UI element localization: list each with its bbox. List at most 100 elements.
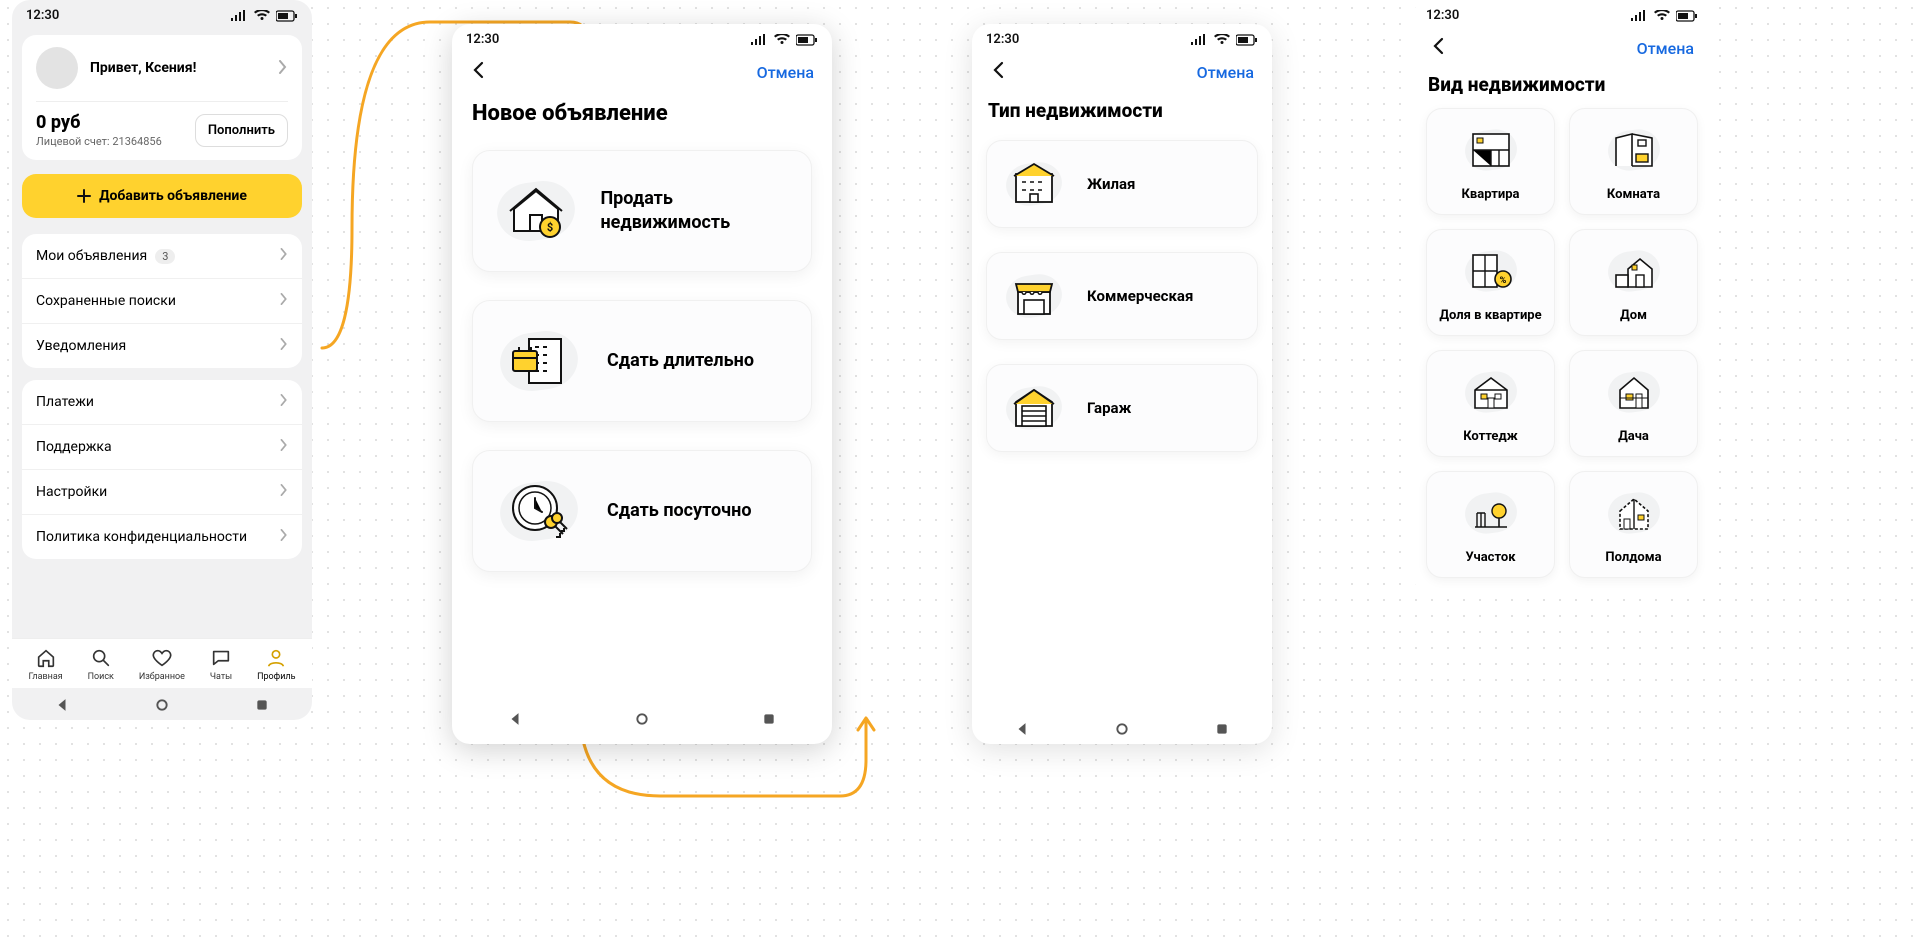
- balance-block: 0 руб Лицевой счет: 21364856: [36, 112, 162, 148]
- kind-label: Дом: [1620, 308, 1647, 323]
- land-icon: [1456, 486, 1526, 540]
- kind-label: Коттедж: [1463, 429, 1518, 444]
- search-icon: [90, 647, 112, 669]
- option-label: Сдать посуточно: [607, 499, 752, 523]
- menu-privacy[interactable]: Политика конфиденциальности: [22, 515, 302, 559]
- plus-icon: [77, 189, 91, 203]
- tab-profile[interactable]: Профиль: [257, 647, 295, 682]
- add-listing-label: Добавить объявление: [99, 188, 247, 204]
- chevron-right-icon: [278, 59, 288, 78]
- cancel-button[interactable]: Отмена: [757, 63, 814, 82]
- chevron-right-icon: [280, 338, 288, 354]
- nav-home-icon[interactable]: [155, 698, 169, 712]
- kind-label: Доля в квартире: [1439, 308, 1541, 323]
- cottage-icon: [1456, 365, 1526, 419]
- status-time: 12:30: [26, 8, 59, 23]
- kind-share[interactable]: % Доля в квартире: [1426, 229, 1555, 336]
- wifi-icon: [254, 10, 270, 22]
- android-nav-bar: [12, 688, 312, 720]
- type-residential[interactable]: Жилая: [986, 140, 1258, 228]
- type-garage[interactable]: Гараж: [986, 364, 1258, 452]
- screen-property-kind: 12:30 Отмена Вид недвижимости Квартира К…: [1412, 0, 1712, 592]
- status-bar: 12:30: [972, 24, 1272, 51]
- status-time: 12:30: [1426, 8, 1459, 23]
- menu-label: Сохраненные поиски: [36, 293, 176, 309]
- count-badge: 3: [155, 249, 175, 264]
- kind-label: Квартира: [1462, 187, 1520, 202]
- kind-room[interactable]: Комната: [1569, 108, 1698, 215]
- back-button[interactable]: [1430, 37, 1448, 59]
- tab-home[interactable]: Главная: [28, 647, 62, 682]
- option-sell[interactable]: $ Продать недвижимость: [472, 150, 812, 272]
- signal-icon: [1190, 34, 1208, 46]
- nav-back-icon[interactable]: [1015, 722, 1029, 736]
- menu-notifications[interactable]: Уведомления: [22, 324, 302, 368]
- type-commercial[interactable]: Коммерческая: [986, 252, 1258, 340]
- android-nav-bar: [972, 712, 1272, 744]
- back-button[interactable]: [990, 61, 1008, 83]
- kind-half-house[interactable]: Полдома: [1569, 471, 1698, 578]
- chevron-right-icon: [280, 439, 288, 455]
- nav-home-icon[interactable]: [635, 712, 649, 726]
- nav-back-icon[interactable]: [55, 698, 69, 712]
- signal-icon: [750, 34, 768, 46]
- menu-label: Мои объявления: [36, 248, 147, 264]
- tab-chats[interactable]: Чаты: [210, 647, 232, 682]
- status-icons: [230, 10, 298, 22]
- heart-icon: [151, 647, 173, 669]
- tab-search[interactable]: Поиск: [88, 647, 114, 682]
- back-button[interactable]: [470, 61, 488, 83]
- cancel-button[interactable]: Отмена: [1197, 63, 1254, 82]
- tab-bar: Главная Поиск Избранное Чаты Профиль: [12, 638, 312, 688]
- kind-house[interactable]: Дом: [1569, 229, 1698, 336]
- floorplan-icon: [1456, 123, 1526, 177]
- menu-my-listings[interactable]: Мои объявления 3: [22, 234, 302, 279]
- clock-keys-icon: [491, 471, 587, 551]
- menu-payments[interactable]: Платежи: [22, 380, 302, 425]
- chevron-right-icon: [280, 529, 288, 545]
- nav-back-icon[interactable]: [508, 712, 522, 726]
- wifi-icon: [774, 34, 790, 46]
- type-label: Коммерческая: [1087, 287, 1193, 305]
- option-rent-long[interactable]: Сдать длительно: [472, 300, 812, 422]
- menu-label: Политика конфиденциальности: [36, 529, 247, 545]
- page-title: Новое объявление: [452, 87, 832, 136]
- chevron-right-icon: [280, 248, 288, 264]
- house-icon: [1599, 244, 1669, 298]
- kind-apartment[interactable]: Квартира: [1426, 108, 1555, 215]
- chevron-right-icon: [280, 484, 288, 500]
- menu-settings[interactable]: Настройки: [22, 470, 302, 515]
- kind-land[interactable]: Участок: [1426, 471, 1555, 578]
- profile-row[interactable]: Привет, Ксения!: [36, 47, 288, 102]
- option-label: Продать недвижимость: [600, 187, 793, 236]
- garage-icon: [999, 379, 1069, 437]
- nav-recents-icon[interactable]: [762, 712, 776, 726]
- tab-label: Главная: [28, 672, 62, 682]
- account-number: Лицевой счет: 21364856: [36, 135, 162, 148]
- cancel-button[interactable]: Отмена: [1637, 39, 1694, 58]
- menu-support[interactable]: Поддержка: [22, 425, 302, 470]
- battery-icon: [276, 10, 298, 22]
- add-listing-button[interactable]: Добавить объявление: [22, 174, 302, 218]
- nav-recents-icon[interactable]: [255, 698, 269, 712]
- status-icons: [1630, 10, 1698, 22]
- kind-cottage[interactable]: Коттедж: [1426, 350, 1555, 457]
- chevron-right-icon: [280, 293, 288, 309]
- option-rent-daily[interactable]: Сдать посуточно: [472, 450, 812, 572]
- battery-icon: [1236, 34, 1258, 46]
- signal-icon: [1630, 10, 1648, 22]
- kind-dacha[interactable]: Дача: [1569, 350, 1698, 457]
- menu-label: Платежи: [36, 394, 94, 410]
- topup-button[interactable]: Пополнить: [195, 114, 288, 147]
- tab-favorites[interactable]: Избранное: [139, 647, 185, 682]
- profile-card: Привет, Ксения! 0 руб Лицевой счет: 2136…: [22, 35, 302, 160]
- nav-recents-icon[interactable]: [1215, 722, 1229, 736]
- half-house-icon: [1599, 486, 1669, 540]
- signal-icon: [230, 10, 248, 22]
- menu-label: Уведомления: [36, 338, 126, 354]
- nav-home-icon[interactable]: [1115, 722, 1129, 736]
- avatar: [36, 47, 78, 89]
- kind-label: Дача: [1618, 429, 1649, 444]
- menu-saved-searches[interactable]: Сохраненные поиски: [22, 279, 302, 324]
- status-bar: 12:30: [12, 0, 312, 27]
